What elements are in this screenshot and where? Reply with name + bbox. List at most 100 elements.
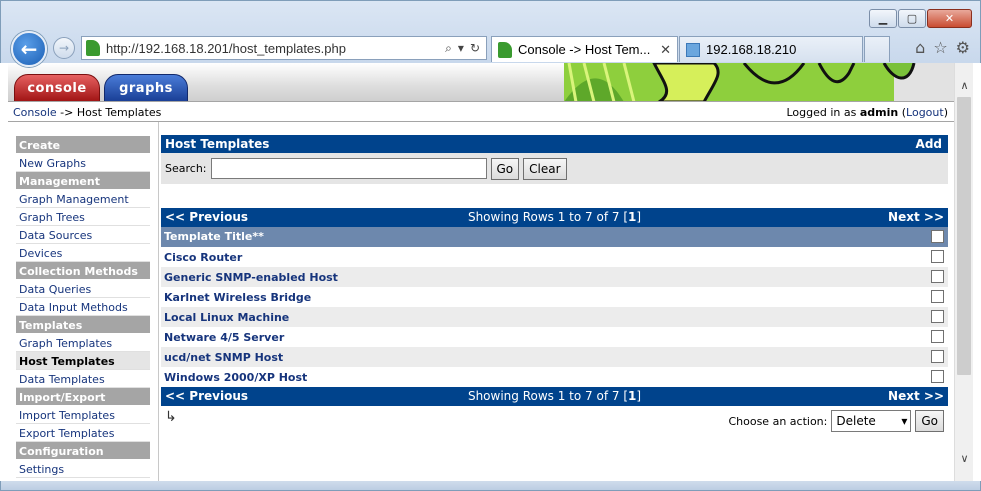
table-row: Generic SNMP-enabled Host — [161, 267, 948, 287]
logout-link[interactable]: Logout — [906, 106, 944, 119]
next-link[interactable]: Next >> — [888, 389, 944, 403]
table-row: Windows 2000/XP Host — [161, 367, 948, 387]
choose-action-label: Choose an action: — [728, 414, 828, 428]
panel-header: Host Templates Add — [161, 135, 948, 153]
search-input[interactable] — [210, 158, 487, 179]
sidebar-item-host-templates[interactable]: Host Templates — [16, 352, 150, 370]
cacti-favicon-icon — [86, 40, 100, 56]
close-window-button[interactable]: ✕ — [927, 9, 972, 28]
filter-bar: Search: Go Clear — [161, 153, 948, 184]
tab-console-nav[interactable]: console — [14, 74, 100, 101]
search-icon[interactable]: ⌕ — [445, 41, 452, 56]
search-label: Search: — [165, 162, 207, 175]
sidebar-item-graph-management[interactable]: Graph Management — [16, 190, 150, 208]
sidebar-item-data-templates[interactable]: Data Templates — [16, 370, 150, 388]
sidebar-item-graph-trees[interactable]: Graph Trees — [16, 208, 150, 226]
breadcrumb-bar: Console -> Host Templates Logged in as a… — [8, 103, 954, 122]
arrow-left-icon: ← — [20, 37, 38, 61]
vertical-scrollbar[interactable]: ∧ ∨ — [954, 63, 973, 481]
row-checkbox[interactable] — [931, 270, 944, 283]
template-title-link[interactable]: Generic SNMP-enabled Host — [164, 271, 338, 284]
new-tab-button[interactable] — [864, 36, 890, 62]
star-icon[interactable]: ☆ — [933, 38, 947, 57]
sidebar-section-heading: Configuration — [16, 442, 150, 460]
sidebar-item-data-input-methods[interactable]: Data Input Methods — [16, 298, 150, 316]
tab-second[interactable]: 192.168.18.210 — [679, 36, 863, 62]
sidebar-item-export-templates[interactable]: Export Templates — [16, 424, 150, 442]
row-checkbox[interactable] — [931, 330, 944, 343]
go-button[interactable]: Go — [490, 157, 520, 180]
chevron-down-icon: ▾ — [901, 414, 908, 428]
breadcrumb: Console -> Host Templates — [13, 106, 162, 119]
url-text[interactable]: http://192.168.18.201/host_templates.php — [106, 41, 445, 56]
page-header: console graphs — [8, 63, 954, 102]
template-list: Cisco Router Generic SNMP-enabled Host Kar… — [161, 247, 948, 387]
rows-status: Showing Rows 1 to 7 of 7 [1] — [467, 389, 642, 403]
template-title-link[interactable]: Karlnet Wireless Bridge — [164, 291, 311, 304]
dropdown-icon[interactable]: ▾ — [458, 41, 464, 56]
corner-arrow-icon: ↳ — [165, 409, 177, 425]
table-row: ucd/net SNMP Host — [161, 347, 948, 367]
table-row: Local Linux Machine — [161, 307, 948, 327]
breadcrumb-link-console[interactable]: Console — [13, 106, 57, 119]
page-favicon-icon — [686, 42, 700, 57]
login-user: admin — [859, 106, 899, 119]
next-link[interactable]: Next >> — [888, 210, 944, 224]
arrow-right-icon: → — [58, 41, 70, 55]
sidebar-item-devices[interactable]: Devices — [16, 244, 150, 262]
scroll-up-icon[interactable]: ∧ — [955, 77, 974, 94]
main-content: Host Templates Add Search: Go Clear << P… — [161, 135, 948, 436]
address-bar[interactable]: http://192.168.18.201/host_templates.php… — [81, 36, 487, 60]
login-status: Logged in as admin (Logout) — [786, 106, 948, 119]
sidebar-item-data-queries[interactable]: Data Queries — [16, 280, 150, 298]
row-checkbox[interactable] — [931, 290, 944, 303]
action-go-button[interactable]: Go — [915, 410, 944, 432]
tab-label: 192.168.18.210 — [706, 42, 797, 57]
window-frame-bottom — [0, 481, 981, 491]
browser-chrome: ▁ ▢ ✕ ← → http://192.168.18.201/host_tem… — [0, 0, 981, 67]
refresh-icon[interactable]: ↻ — [470, 41, 480, 56]
clear-button[interactable]: Clear — [523, 157, 567, 180]
window-controls: ▁ ▢ ✕ — [869, 9, 972, 28]
add-link[interactable]: Add — [916, 137, 942, 151]
sidebar-section-heading: Management — [16, 172, 150, 190]
row-checkbox[interactable] — [931, 350, 944, 363]
select-all-checkbox[interactable] — [931, 230, 944, 243]
tab-console[interactable]: Console -> Host Tem... ✕ — [491, 36, 678, 62]
template-title-link[interactable]: Netware 4/5 Server — [164, 331, 284, 344]
row-checkbox[interactable] — [931, 370, 944, 383]
gear-icon[interactable]: ⚙ — [956, 38, 970, 57]
back-button[interactable]: ← — [11, 31, 47, 67]
tab-label: Console -> Host Tem... — [518, 42, 651, 57]
scroll-down-icon[interactable]: ∨ — [955, 450, 974, 467]
sidebar-item-import-templates[interactable]: Import Templates — [16, 406, 150, 424]
scroll-thumb[interactable] — [957, 97, 971, 375]
sidebar-section-heading: Create — [16, 136, 150, 154]
template-title-link[interactable]: ucd/net SNMP Host — [164, 351, 283, 364]
sidebar-item-data-sources[interactable]: Data Sources — [16, 226, 150, 244]
pager-bottom: << Previous Showing Rows 1 to 7 of 7 [1]… — [161, 387, 948, 406]
row-checkbox[interactable] — [931, 310, 944, 323]
table-row: Netware 4/5 Server — [161, 327, 948, 347]
template-title-link[interactable]: Local Linux Machine — [164, 311, 289, 324]
home-icon[interactable]: ⌂ — [915, 38, 925, 57]
close-tab-icon[interactable]: ✕ — [660, 42, 671, 58]
panel-title: Host Templates — [165, 137, 270, 151]
template-title-link[interactable]: Cisco Router — [164, 251, 242, 264]
row-checkbox[interactable] — [931, 250, 944, 263]
sidebar-divider — [158, 122, 159, 481]
breadcrumb-current: Host Templates — [76, 106, 162, 119]
minimize-button[interactable]: ▁ — [869, 9, 897, 28]
sidebar-item-graph-templates[interactable]: Graph Templates — [16, 334, 150, 352]
sidebar-section-heading: Templates — [16, 316, 150, 334]
template-title-link[interactable]: Windows 2000/XP Host — [164, 371, 307, 384]
maximize-button[interactable]: ▢ — [898, 9, 926, 28]
action-select[interactable]: Delete ▾ — [831, 410, 912, 432]
column-header-template-title[interactable]: Template Title** — [161, 227, 948, 247]
sidebar-section-heading: Import/Export — [16, 388, 150, 406]
actions-bar: ↳ Choose an action: Delete ▾ Go — [161, 406, 948, 436]
sidebar-item-new-graphs[interactable]: New Graphs — [16, 154, 150, 172]
sidebar-item-settings[interactable]: Settings — [16, 460, 150, 478]
tab-graphs-nav[interactable]: graphs — [104, 74, 188, 101]
forward-button[interactable]: → — [53, 37, 75, 59]
